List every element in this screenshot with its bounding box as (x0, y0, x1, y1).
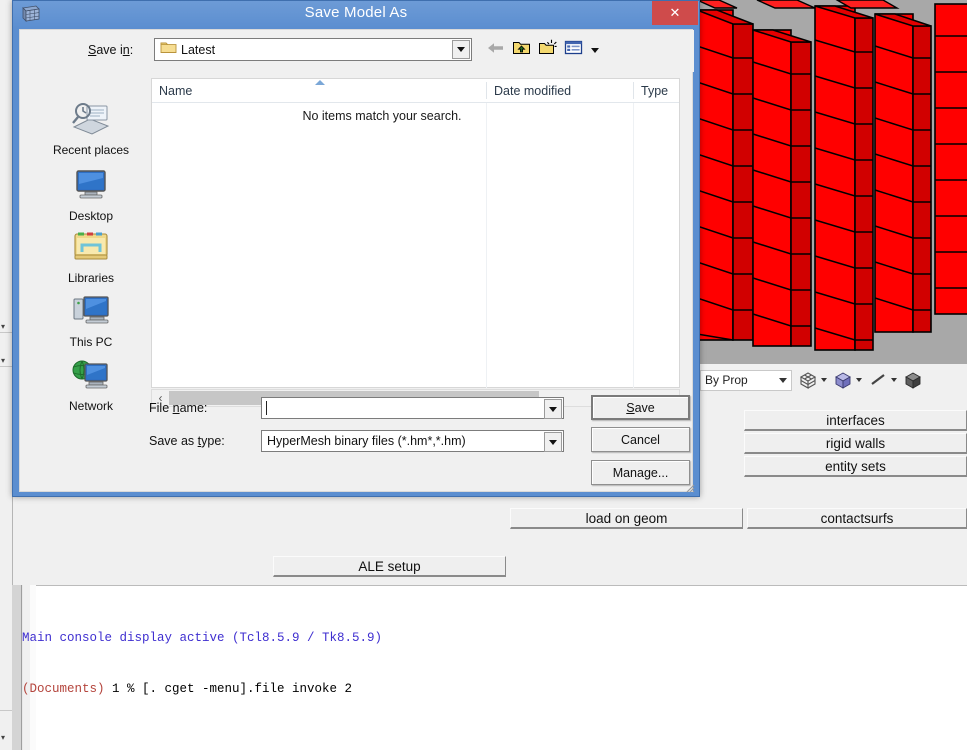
console-command: 1 % [. cget -menu].file invoke 2 (104, 682, 353, 696)
expand-chevron-icon[interactable]: ▾ (1, 356, 10, 365)
solid-cube-icon[interactable] (903, 371, 923, 389)
file-list[interactable]: Name Date modified Type No items match y… (151, 78, 680, 388)
dialog-nav-toolbar (486, 39, 599, 61)
load-on-geom-button[interactable]: load on geom (510, 508, 743, 529)
this-pc-icon (70, 296, 112, 332)
desktop-icon (70, 170, 112, 206)
save-as-type-label: Save as type: (149, 434, 225, 448)
resize-grip[interactable] (683, 480, 695, 493)
manage-button[interactable]: Manage... (591, 460, 690, 485)
column-header-type[interactable]: Type (634, 79, 679, 102)
back-arrow-icon[interactable] (486, 40, 505, 61)
console-prompt: (Documents) (22, 682, 105, 696)
column-header-date-modified[interactable]: Date modified (487, 79, 633, 102)
views-chevron-down-icon[interactable] (591, 47, 599, 53)
graphics-viewport[interactable] (697, 0, 967, 364)
display-mode-select[interactable]: By Prop (700, 369, 792, 391)
close-icon[interactable]: ✕ (652, 1, 698, 25)
save-as-type-dropdown-button[interactable] (544, 432, 562, 452)
place-label: Desktop (68, 209, 114, 223)
place-this-pc[interactable]: This PC (32, 294, 150, 349)
save-in-row: Save in: Latest (20, 30, 694, 72)
dialog-title-bar[interactable]: Save Model As ✕ (13, 1, 699, 29)
manage-button-label: Manage... (612, 465, 669, 480)
places-sidebar: Recent places Desktop Libraries This PC … (32, 78, 150, 413)
display-mode-value: By Prop (705, 373, 748, 387)
place-network[interactable]: Network (32, 358, 150, 413)
up-folder-icon[interactable] (512, 39, 531, 61)
chevron-down-icon[interactable] (891, 378, 897, 382)
save-as-type-value: HyperMesh binary files (*.hm*,*.hm) (267, 434, 466, 448)
line-icon[interactable] (868, 371, 888, 389)
folder-icon (160, 40, 177, 59)
place-label: This PC (69, 335, 113, 349)
console-output: Main console display active (Tcl8.5.9 / … (22, 596, 382, 732)
cancel-button[interactable]: Cancel (591, 427, 690, 452)
save-in-label: Save in: (88, 43, 134, 57)
recent-places-icon (70, 103, 112, 140)
file-name-input[interactable] (261, 397, 564, 419)
save-button-label: Save (626, 400, 655, 415)
save-model-as-dialog: Save Model As ✕ Save in: Latest Recent p… (12, 0, 700, 497)
left-scroll-gutter[interactable] (12, 585, 22, 750)
views-icon[interactable] (564, 39, 583, 61)
file-list-header: Name Date modified Type (152, 79, 679, 103)
save-button[interactable]: Save (591, 395, 690, 420)
wireframe-cube-icon[interactable] (798, 371, 818, 389)
place-libraries[interactable]: Libraries (32, 230, 150, 285)
entity-sets-button[interactable]: entity sets (744, 456, 967, 477)
chevron-down-icon (779, 377, 787, 383)
rigid-walls-button[interactable]: rigid walls (744, 433, 967, 454)
chevron-down-icon (549, 439, 557, 445)
collapse-chevron-icon[interactable]: ▾ (1, 322, 10, 331)
place-label: Recent places (52, 143, 130, 157)
console-line-2: (Documents) 1 % [. cget -menu].file invo… (22, 681, 382, 698)
ale-setup-button[interactable]: ALE setup (273, 556, 506, 577)
display-toolbar: By Prop (697, 364, 967, 396)
place-label: Libraries (67, 271, 115, 285)
text-caret (266, 401, 267, 415)
save-as-type-select[interactable]: HyperMesh binary files (*.hm*,*.hm) (261, 430, 564, 452)
chevron-down-icon[interactable] (821, 378, 827, 382)
shaded-cube-icon[interactable] (833, 371, 853, 389)
file-name-dropdown-button[interactable] (544, 399, 562, 419)
place-desktop[interactable]: Desktop (32, 168, 150, 223)
interfaces-button[interactable]: interfaces (744, 410, 967, 431)
column-header-name[interactable]: Name (152, 79, 486, 102)
network-icon (70, 360, 112, 396)
file-name-label: File name: (149, 401, 208, 415)
chevron-down-icon (549, 406, 557, 412)
dialog-title: Save Model As (304, 4, 408, 21)
dialog-body: Save in: Latest Recent places Desktop Li… (19, 29, 694, 492)
contactsurfs-button[interactable]: contactsurfs (747, 508, 967, 529)
save-in-value: Latest (181, 42, 216, 57)
libraries-icon (70, 232, 112, 268)
save-in-dropdown-button[interactable] (452, 40, 470, 59)
empty-list-message: No items match your search. (302, 109, 462, 123)
console-line-1: Main console display active (Tcl8.5.9 / … (22, 631, 383, 645)
chevron-down-icon[interactable] (856, 378, 862, 382)
mesh-render (697, 0, 967, 364)
new-folder-icon[interactable] (538, 39, 557, 61)
save-in-select[interactable]: Latest (154, 38, 472, 61)
place-label: Network (68, 399, 113, 413)
place-recent-places[interactable]: Recent places (32, 100, 150, 157)
bottom-chevron-icon[interactable]: ▾ (1, 733, 10, 742)
chevron-down-icon (457, 47, 465, 52)
